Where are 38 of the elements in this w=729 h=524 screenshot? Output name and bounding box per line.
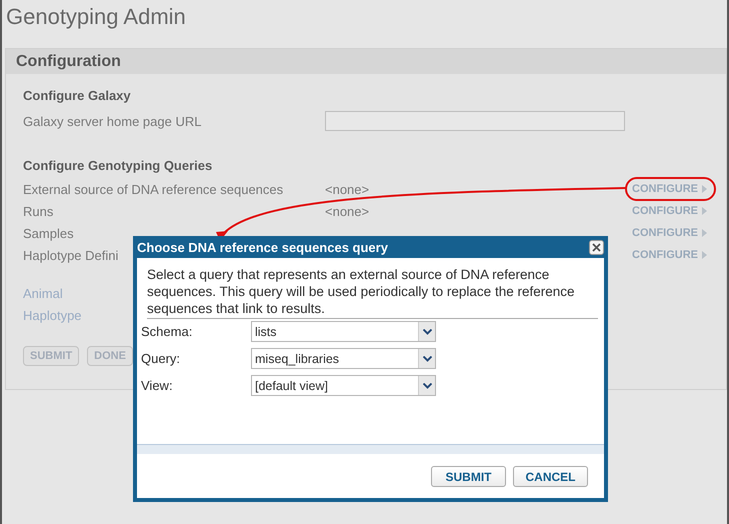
url-input-field[interactable] — [325, 111, 625, 131]
query-label: External source of DNA reference sequences — [23, 182, 284, 196]
close-button[interactable] — [589, 240, 604, 254]
dialog-button[interactable]: SUBMIT — [431, 466, 506, 487]
configure-link[interactable]: CONFIGURE — [632, 183, 707, 195]
caret-icon — [422, 328, 432, 334]
caret-icon — [422, 382, 432, 388]
query-value: <none> — [325, 182, 370, 196]
caret-icon — [702, 251, 707, 259]
query-value: <none> — [325, 204, 370, 218]
field-label: Query: — [141, 351, 182, 366]
dropdown-field[interactable]: lists — [251, 321, 436, 342]
table-link[interactable]: Haplotype — [23, 308, 82, 326]
panel-button[interactable]: SUBMIT — [23, 346, 80, 366]
query-label: Runs — [23, 204, 54, 218]
page-title: Genotyping Admin — [5, 3, 187, 31]
field-label: Schema: — [141, 324, 194, 339]
caret-icon — [702, 185, 707, 193]
section-heading: Configure Genotyping Queries — [23, 158, 214, 175]
configure-link[interactable]: CONFIGURE — [632, 205, 707, 217]
dropdown-field[interactable]: miseq_libraries — [251, 348, 436, 369]
caret-icon — [702, 207, 707, 215]
field-label: View: — [141, 378, 174, 393]
field-label: Galaxy server home page URL — [23, 114, 202, 128]
dropdown-field[interactable]: [default view] — [251, 375, 436, 396]
dialog-button[interactable]: CANCEL — [513, 466, 588, 487]
configure-link[interactable]: CONFIGURE — [632, 249, 707, 261]
dialog-title: Choose DNA reference sequences query — [137, 240, 388, 254]
section-heading: Configure Galaxy — [23, 88, 132, 105]
query-label: Samples — [23, 226, 75, 240]
panel-button[interactable]: DONE — [87, 346, 133, 366]
configure-link[interactable]: CONFIGURE — [632, 227, 707, 239]
close-icon — [592, 242, 601, 252]
dialog-description: Select a query that represents an external source of DNA reference sequences. This query will be used periodically to replace the reference sequences that link to results. — [147, 266, 598, 319]
caret-icon — [702, 229, 707, 237]
table-link[interactable]: Animal — [23, 286, 63, 304]
panel-title: Configuration — [16, 53, 121, 70]
caret-icon — [422, 356, 432, 362]
